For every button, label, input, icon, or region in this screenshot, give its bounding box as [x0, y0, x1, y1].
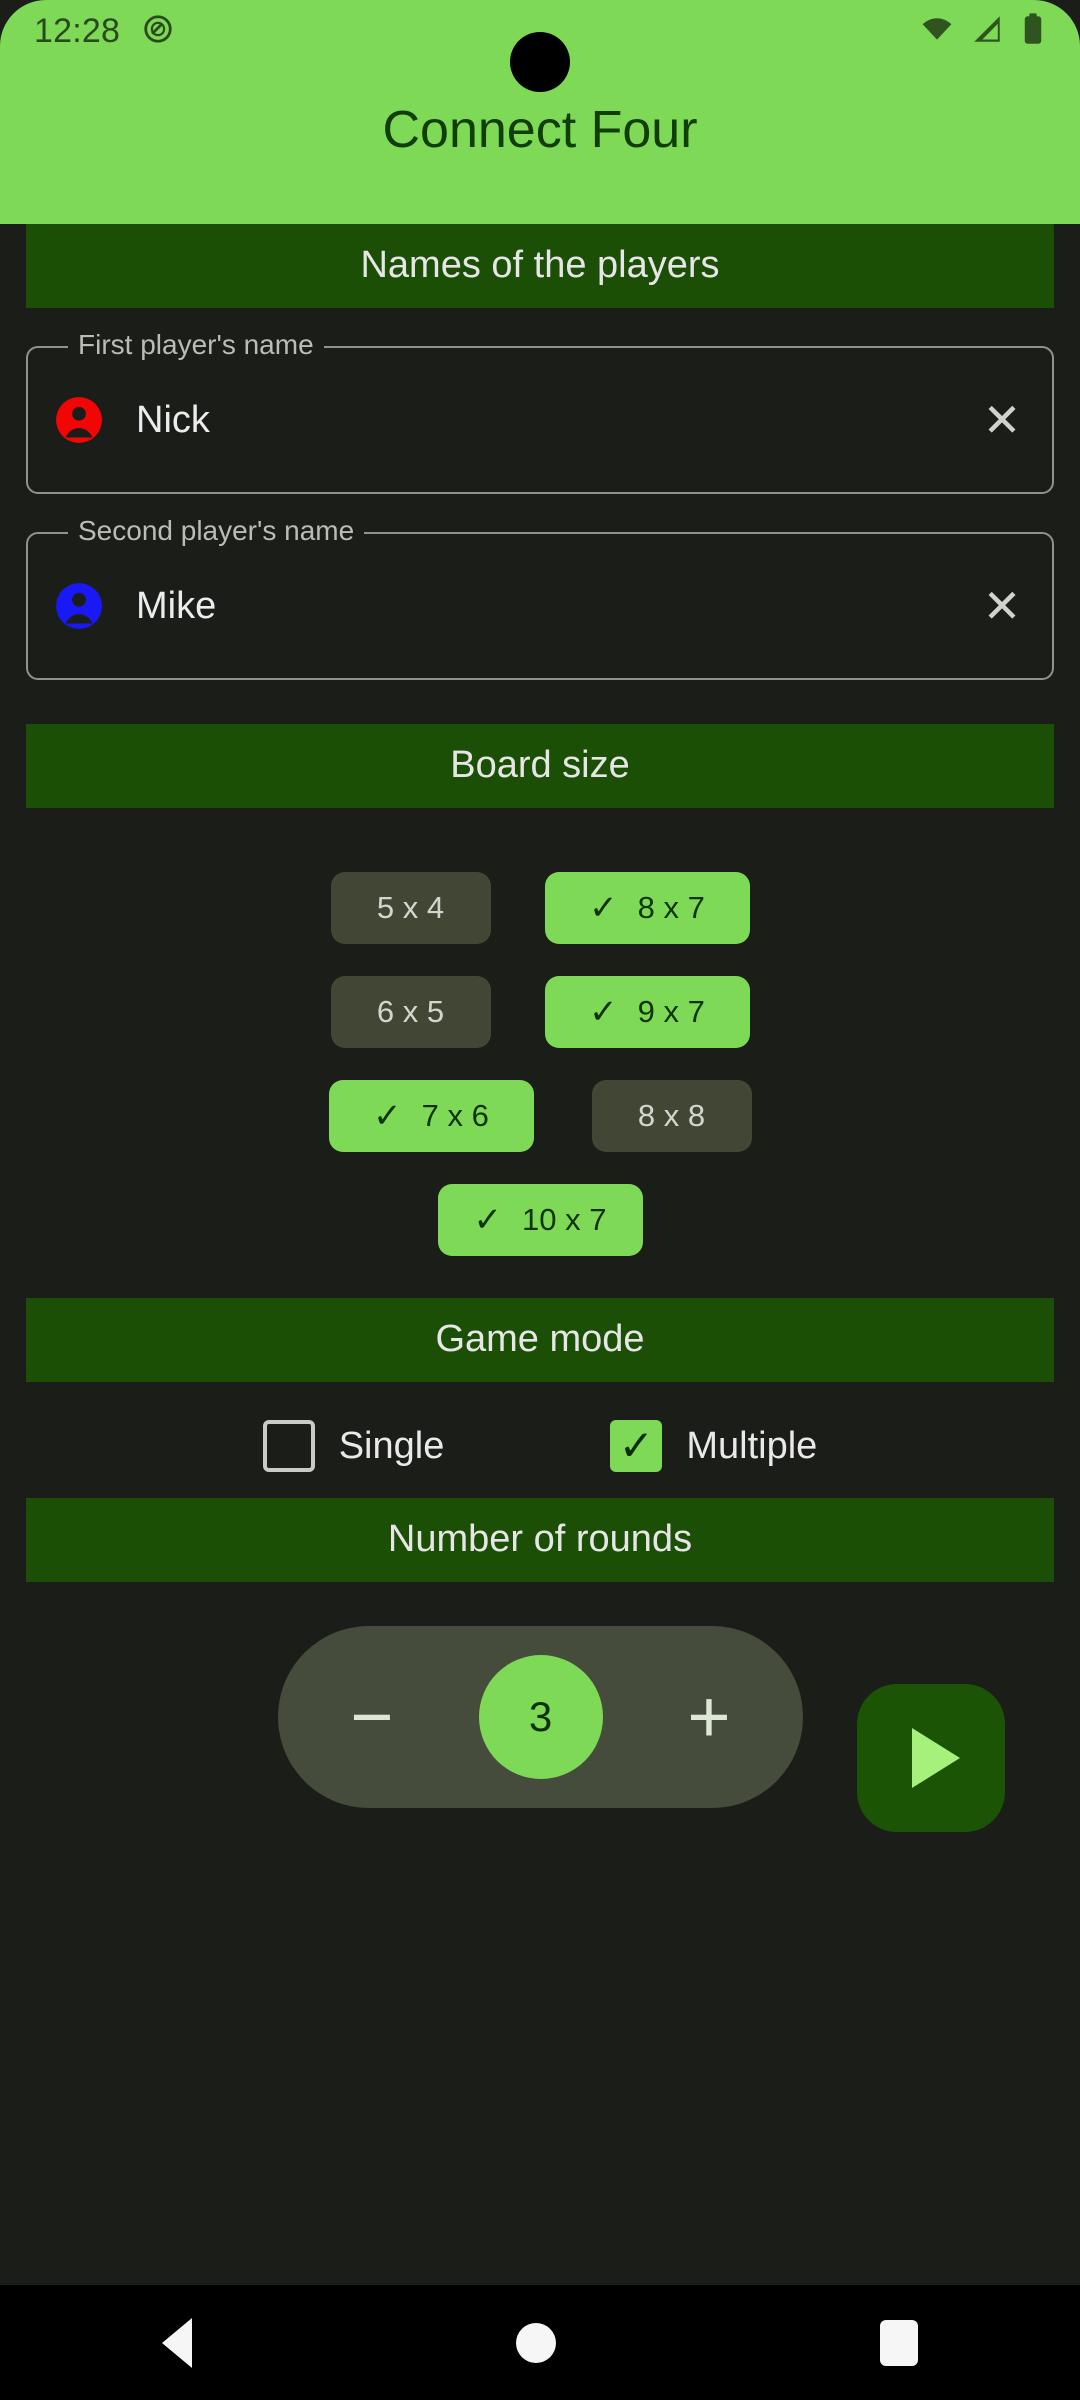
player-one-avatar-icon: [54, 395, 104, 445]
first-player-label: First player's name: [68, 330, 324, 359]
status-bar-clock: 12:28: [34, 12, 121, 50]
board-size-row: 6 x 5 ✓ 9 x 7: [0, 975, 1080, 1048]
wifi-icon: [920, 12, 954, 51]
single-label: Single: [338, 1424, 445, 1467]
check-icon: ✓: [589, 888, 618, 927]
chip-label: 5 x 4: [376, 890, 445, 926]
first-player-clear-icon[interactable]: ✕: [978, 396, 1026, 444]
board-size-chip-10x7[interactable]: ✓ 10 x 7: [437, 1183, 643, 1256]
second-player-label: Second player's name: [68, 516, 365, 545]
game-mode-options: Single ✓ Multiple: [0, 1419, 1080, 1480]
chip-label: 6 x 5: [376, 994, 445, 1030]
decrement-button[interactable]: −: [326, 1671, 418, 1763]
chip-label: 7 x 6: [421, 1098, 489, 1134]
signal-icon: [970, 12, 1004, 51]
board-size-options: 5 x 4 ✓ 8 x 7 6 x 5 ✓ 9 x 7 ✓ 7 x 6 8 x …: [0, 808, 1080, 1256]
game-mode-single[interactable]: Single: [262, 1419, 445, 1472]
second-player-clear-icon[interactable]: ✕: [978, 582, 1026, 630]
chip-label: 10 x 7: [522, 1202, 607, 1238]
board-size-row: ✓ 10 x 7: [0, 1183, 1080, 1256]
do-not-disturb-icon: [142, 13, 174, 50]
first-player-input[interactable]: Nick: [136, 401, 978, 439]
play-icon: [912, 1727, 960, 1788]
second-player-input[interactable]: Mike: [136, 587, 978, 625]
players-section-header: Names of the players: [26, 224, 1054, 308]
board-size-chip-8x8[interactable]: 8 x 8: [591, 1079, 752, 1152]
board-size-chip-9x7[interactable]: ✓ 9 x 7: [544, 975, 750, 1048]
android-nav-bar: [0, 2285, 1080, 2400]
check-icon: ✓: [473, 1200, 503, 1239]
check-icon: ✓: [589, 992, 618, 1031]
settings-content: Names of the players First player's name…: [0, 224, 1080, 2285]
chip-label: 8 x 7: [637, 890, 705, 926]
home-icon[interactable]: [516, 2322, 556, 2363]
board-size-chip-7x6[interactable]: ✓ 7 x 6: [328, 1079, 534, 1152]
board-size-chip-5x4[interactable]: 5 x 4: [330, 871, 491, 944]
battery-icon: [1020, 12, 1046, 51]
second-player-field[interactable]: Second player's name Mike ✕: [26, 516, 1054, 680]
camera-punch-hole: [510, 32, 570, 92]
multiple-checkbox-icon[interactable]: ✓: [610, 1419, 663, 1472]
check-icon: ✓: [373, 1096, 402, 1135]
player-two-avatar-icon: [54, 581, 104, 631]
back-icon[interactable]: [162, 2317, 192, 2368]
game-mode-section-header: Game mode: [26, 1297, 1054, 1382]
board-size-section-header: Board size: [26, 723, 1054, 808]
board-size-chip-6x5[interactable]: 6 x 5: [330, 975, 491, 1048]
rounds-stepper: − 3 +: [278, 1625, 803, 1808]
first-player-field[interactable]: First player's name Nick ✕: [26, 330, 1054, 494]
status-bar-right: [920, 12, 1046, 51]
board-size-row: 5 x 4 ✓ 8 x 7: [0, 871, 1080, 944]
board-size-row: ✓ 7 x 6 8 x 8: [0, 1079, 1080, 1152]
page-title: Connect Four: [382, 101, 698, 159]
multiple-label: Multiple: [686, 1424, 818, 1467]
increment-button[interactable]: +: [663, 1671, 755, 1763]
phone-screen: 12:28 Connect Four Names of the players …: [0, 0, 1080, 2400]
rounds-controls: − 3 +: [0, 1616, 1080, 1886]
recents-icon[interactable]: [880, 2319, 918, 2366]
play-button[interactable]: [857, 1683, 1005, 1832]
status-bar-left: 12:28: [34, 13, 174, 50]
app-header: 12:28 Connect Four: [0, 0, 1080, 224]
rounds-section-header: Number of rounds: [26, 1497, 1054, 1582]
board-size-chip-8x7[interactable]: ✓ 8 x 7: [544, 871, 750, 944]
single-checkbox-icon[interactable]: [262, 1419, 315, 1472]
rounds-value: 3: [478, 1654, 603, 1779]
chip-label: 9 x 7: [637, 994, 705, 1030]
chip-label: 8 x 8: [637, 1098, 706, 1134]
game-mode-multiple[interactable]: ✓ Multiple: [610, 1419, 818, 1472]
